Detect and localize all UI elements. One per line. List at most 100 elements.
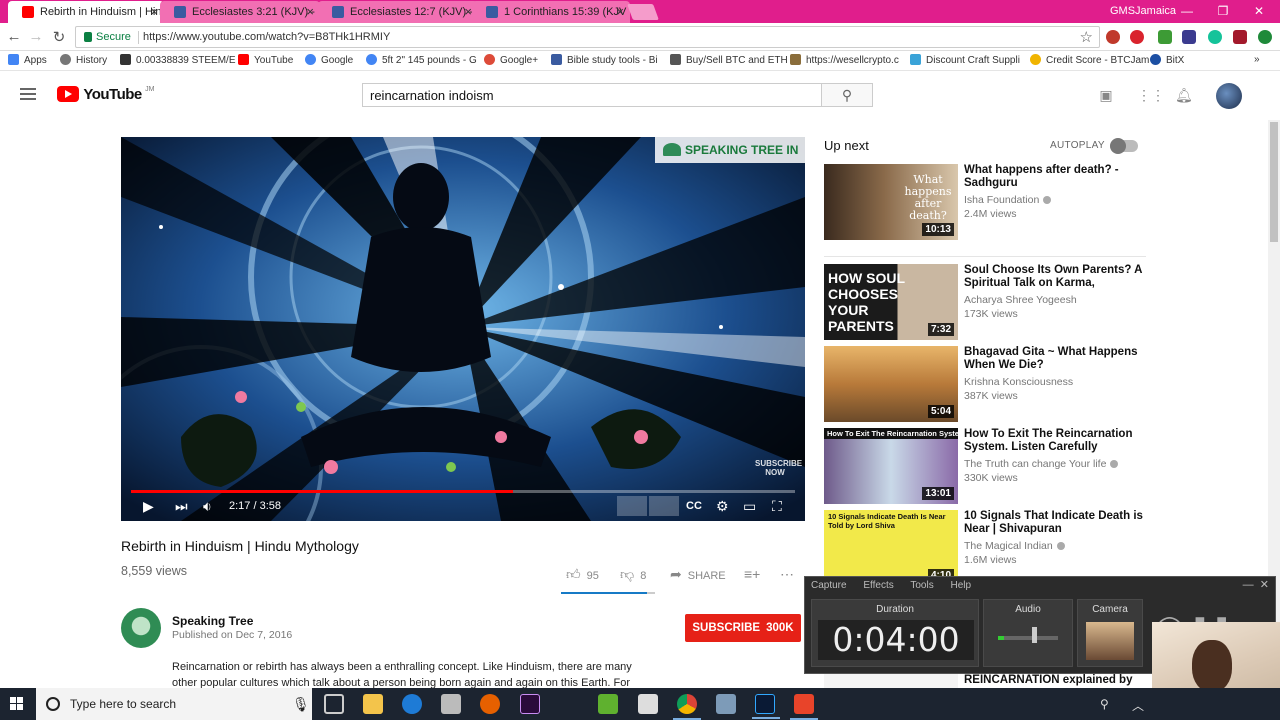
profile-name[interactable]: GMSJamaica bbox=[1110, 5, 1176, 17]
bookmark-google[interactable]: Google bbox=[305, 54, 353, 66]
recommended-title[interactable]: 10 Signals That Indicate Death is Near |… bbox=[964, 510, 1149, 536]
recommended-video[interactable]: What happens after death? 10:13 What hap… bbox=[824, 164, 1154, 240]
back-icon[interactable]: ← bbox=[5, 28, 23, 45]
annotation-overlay[interactable] bbox=[617, 496, 647, 516]
video-thumbnail[interactable]: 10 Signals Indicate Death Is Near Told b… bbox=[824, 510, 958, 586]
windows-start-icon[interactable] bbox=[10, 697, 24, 711]
grammarly-icon[interactable] bbox=[1208, 30, 1222, 44]
next-video-icon[interactable]: ⏭︎ bbox=[175, 499, 188, 513]
channel-watermark[interactable]: SPEAKING TREE IN bbox=[655, 137, 805, 163]
bookmark-credit-score[interactable]: Credit Score - BTCJam bbox=[1030, 54, 1149, 66]
forward-icon[interactable]: → bbox=[27, 28, 45, 45]
more-bookmarks-icon[interactable]: » bbox=[1254, 54, 1260, 65]
new-tab-button[interactable] bbox=[627, 4, 659, 20]
tab-rebirth-in-hinduism[interactable]: Rebirth in Hinduism | Hin × bbox=[8, 1, 164, 23]
tab-ecclesiastes-3-21[interactable]: Ecclesiastes 3:21 (KJV) - × bbox=[160, 1, 320, 23]
movies-icon[interactable] bbox=[638, 694, 658, 714]
url-text[interactable]: https://www.youtube.com/watch?v=B8THk1HR… bbox=[143, 31, 390, 43]
bookmark-buy-sell-btc[interactable]: Buy/Sell BTC and ETH bbox=[670, 54, 788, 66]
menu-tools[interactable]: Tools bbox=[910, 580, 933, 591]
like-button[interactable]: 👍︎ 95 bbox=[566, 566, 599, 583]
channel-avatar[interactable] bbox=[121, 608, 161, 648]
tab-ecclesiastes-12-7[interactable]: Ecclesiastes 12:7 (KJV) - × bbox=[318, 1, 478, 23]
volume-slider[interactable] bbox=[1032, 627, 1037, 643]
bookmark-wesellcrypto[interactable]: https://wesellcrypto.c bbox=[790, 54, 899, 66]
video-thumbnail[interactable] bbox=[824, 674, 958, 688]
close-tab-icon[interactable]: × bbox=[150, 4, 158, 19]
extension-icon[interactable] bbox=[1233, 30, 1247, 44]
menu-capture[interactable]: Capture bbox=[811, 580, 847, 591]
camera-preview[interactable] bbox=[1086, 622, 1134, 660]
utorrent-icon[interactable] bbox=[598, 694, 618, 714]
upload-video-icon[interactable]: ▣ bbox=[1098, 88, 1114, 102]
recommended-title[interactable]: REINCARNATION explained by bbox=[964, 674, 1149, 687]
scrollbar-thumb[interactable] bbox=[1270, 122, 1278, 242]
photoshop-icon[interactable] bbox=[752, 694, 780, 719]
captions-icon[interactable]: CC bbox=[686, 499, 702, 513]
dislike-button[interactable]: 👎︎ 8 bbox=[620, 566, 646, 583]
extension-icon[interactable] bbox=[1130, 30, 1144, 44]
fullscreen-icon[interactable]: ⛶ bbox=[772, 499, 782, 513]
bookmark-history[interactable]: History bbox=[60, 54, 107, 66]
video-thumbnail[interactable]: What happens after death? 10:13 bbox=[824, 164, 958, 240]
play-icon[interactable]: ▶ bbox=[143, 499, 154, 513]
task-view-icon[interactable] bbox=[324, 694, 344, 714]
bookmark-bible-study-tools[interactable]: Bible study tools - Bi bbox=[551, 54, 658, 66]
extension-icon[interactable] bbox=[1158, 30, 1172, 44]
close-tab-icon[interactable]: × bbox=[616, 4, 624, 19]
close-icon[interactable]: ✕ bbox=[1260, 579, 1269, 591]
settings-gear-icon[interactable]: ⚙ bbox=[716, 499, 729, 513]
share-button[interactable]: ➦ SHARE bbox=[670, 566, 726, 583]
extension-icon[interactable] bbox=[1258, 30, 1272, 44]
address-bar[interactable]: Secure https://www.youtube.com/watch?v=B… bbox=[75, 26, 1100, 48]
recommended-title[interactable]: What happens after death? - Sadhguru bbox=[964, 164, 1149, 190]
recommended-video[interactable]: 10 Signals Indicate Death Is Near Told b… bbox=[824, 510, 1154, 586]
minimize-icon[interactable]: — bbox=[1172, 2, 1202, 20]
firefox-icon[interactable] bbox=[480, 694, 500, 714]
camtasia-icon[interactable] bbox=[790, 694, 818, 720]
subscribe-now-overlay[interactable]: SUBSCRIBE NOW bbox=[755, 459, 802, 477]
taskbar-search-placeholder[interactable]: Type here to search bbox=[70, 697, 176, 711]
minimize-icon[interactable]: — bbox=[1243, 579, 1254, 591]
notifications-bell-icon[interactable]: 🔔︎ bbox=[1175, 88, 1193, 102]
close-tab-icon[interactable]: × bbox=[306, 4, 314, 19]
recommended-video[interactable]: How To Exit The Reincarnation System 13:… bbox=[824, 428, 1154, 504]
bookmark-apps[interactable]: Apps bbox=[8, 54, 47, 66]
subscribe-button[interactable]: SUBSCRIBE 300K bbox=[685, 614, 801, 642]
search-button[interactable]: ⚲ bbox=[821, 83, 873, 107]
microphone-icon[interactable]: 🎙︎ bbox=[292, 696, 310, 713]
add-to-playlist-icon[interactable]: ≡+ bbox=[744, 566, 760, 582]
edge-icon[interactable] bbox=[402, 694, 422, 714]
menu-icon[interactable] bbox=[20, 88, 36, 100]
restore-icon[interactable]: ❐ bbox=[1208, 2, 1238, 20]
recommended-title[interactable]: How To Exit The Reincarnation System. Li… bbox=[964, 428, 1149, 454]
tray-overflow-icon[interactable]: ︿ bbox=[1132, 697, 1144, 714]
bookmark-discount-craft[interactable]: Discount Craft Suppli bbox=[910, 54, 1020, 66]
recommended-video[interactable]: 5:04 Bhagavad Gita ~ What Happens When W… bbox=[824, 346, 1154, 422]
video-thumbnail[interactable]: 5:04 bbox=[824, 346, 958, 422]
theater-mode-icon[interactable]: ▭ bbox=[743, 499, 756, 513]
bookmark-google-search[interactable]: 5ft 2" 145 pounds - G bbox=[366, 54, 477, 66]
bookmark-google-plus[interactable]: Google+ bbox=[484, 54, 538, 66]
apps-grid-icon[interactable]: ⋮⋮ bbox=[1137, 88, 1165, 102]
volume-icon[interactable]: 🔉︎ bbox=[203, 499, 212, 513]
youtube-logo[interactable]: YouTube JM bbox=[57, 86, 154, 103]
settings-app-icon[interactable] bbox=[716, 694, 736, 714]
autoplay-toggle[interactable] bbox=[1110, 138, 1138, 154]
reload-icon[interactable]: ↻ bbox=[50, 28, 68, 46]
bookmark-steem[interactable]: 0.00338839 STEEM/E bbox=[120, 54, 236, 66]
video-player[interactable]: SPEAKING TREE IN SUBSCRIBE NOW ▶ ⏭︎ 🔉︎ 2… bbox=[121, 137, 805, 521]
more-actions-icon[interactable]: ⋯ bbox=[780, 566, 794, 583]
video-thumbnail[interactable]: HOW SOUL CHOOSES YOUR PARENTS 7:32 bbox=[824, 264, 958, 340]
bookmark-bitx[interactable]: BitX bbox=[1150, 54, 1184, 66]
account-avatar[interactable] bbox=[1216, 83, 1242, 109]
recommended-title[interactable]: Soul Choose Its Own Parents? A Spiritual… bbox=[964, 264, 1149, 290]
bookmark-youtube[interactable]: YouTube bbox=[238, 54, 293, 66]
bookmark-star-icon[interactable]: ☆ bbox=[1080, 28, 1093, 46]
premiere-icon[interactable] bbox=[520, 694, 540, 714]
menu-effects[interactable]: Effects bbox=[863, 580, 893, 591]
people-icon[interactable]: ⚲ bbox=[1100, 697, 1109, 711]
extension-icon[interactable] bbox=[1106, 30, 1120, 44]
close-tab-icon[interactable]: × bbox=[464, 4, 472, 19]
chrome-icon[interactable] bbox=[673, 694, 701, 720]
